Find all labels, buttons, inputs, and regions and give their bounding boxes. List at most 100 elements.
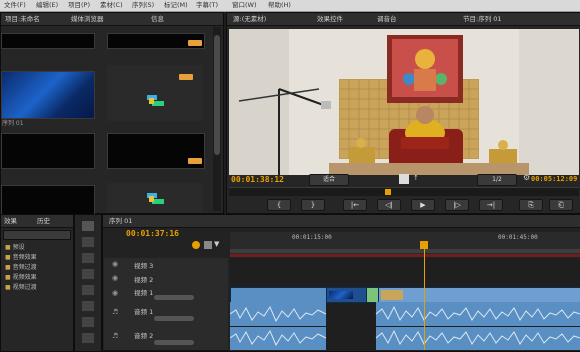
track-volume-slider[interactable] bbox=[154, 316, 194, 321]
track-name: 视频 2 bbox=[134, 276, 154, 284]
pen-tool-icon[interactable] bbox=[82, 317, 94, 327]
tab-media-browser[interactable]: 媒体浏览器 bbox=[71, 14, 104, 24]
marker-icon[interactable]: ↑ bbox=[413, 174, 419, 182]
clip-thumb bbox=[381, 290, 403, 300]
play-button[interactable]: ▶ bbox=[411, 199, 435, 211]
tab-history[interactable]: 历史 bbox=[37, 216, 50, 226]
go-to-in-button[interactable]: |← bbox=[343, 199, 367, 211]
monitor-playhead[interactable] bbox=[385, 189, 391, 195]
video-clip[interactable] bbox=[378, 287, 580, 303]
effects-search[interactable] bbox=[3, 230, 71, 240]
tab-sequence[interactable]: 序列 01 bbox=[109, 216, 132, 226]
menu-file[interactable]: 文件(F) bbox=[4, 0, 26, 10]
tab-project[interactable]: 项目:未命名 bbox=[5, 14, 40, 24]
insert-button[interactable]: ⎘ bbox=[519, 199, 543, 211]
go-to-out-button[interactable]: →| bbox=[479, 199, 503, 211]
menu-edit[interactable]: 编辑(E) bbox=[36, 0, 58, 10]
menu-title[interactable]: 字幕(T) bbox=[196, 0, 218, 10]
program-monitor: 源:(无素材) 效果控件 调音台 节目:序列 01 00:01:38:12 适合… bbox=[226, 12, 580, 214]
tab-source[interactable]: 源:(无素材) bbox=[233, 14, 266, 24]
media-thumbnail-sequence[interactable] bbox=[107, 183, 203, 213]
eye-icon[interactable]: ◉ bbox=[112, 274, 118, 282]
clip-badge bbox=[179, 74, 193, 80]
step-back-button[interactable]: ◁| bbox=[377, 199, 401, 211]
timeline-menu-icon[interactable]: ▼ bbox=[214, 240, 219, 248]
mark-in-button[interactable]: { bbox=[267, 199, 291, 211]
ripple-edit-tool-icon[interactable] bbox=[82, 253, 94, 263]
track-name: 视频 1 bbox=[134, 289, 154, 297]
track-header-audio-2[interactable]: ♬ 音频 2 bbox=[104, 326, 228, 351]
scrollbar-thumb[interactable] bbox=[214, 35, 220, 155]
media-thumbnail[interactable] bbox=[1, 33, 95, 49]
speaker-icon[interactable]: ♬ bbox=[112, 332, 118, 340]
folder-item[interactable]: ■ 视频过渡 bbox=[5, 283, 37, 293]
folder-item[interactable]: ■ 音频过渡 bbox=[5, 263, 37, 273]
tab-info[interactable]: 信息 bbox=[151, 14, 164, 24]
overwrite-button[interactable]: ⎗ bbox=[549, 199, 573, 211]
settings-icon[interactable]: ⚙ bbox=[523, 173, 530, 182]
menu-marker[interactable]: 标记(M) bbox=[164, 0, 188, 10]
effects-panel: 效果 历史 ■ 预设 ■ 音频效果 ■ 音频过渡 ■ 视频效果 ■ 视频过渡 bbox=[0, 214, 74, 352]
effects-tabbar: 效果 历史 bbox=[1, 215, 73, 228]
tools-panel bbox=[74, 214, 102, 352]
track-volume-slider[interactable] bbox=[154, 295, 194, 300]
video-clip[interactable] bbox=[230, 287, 328, 303]
folder-icon: ■ bbox=[5, 254, 11, 261]
track-header-video-3[interactable]: ◉ 视频 3 bbox=[104, 258, 228, 273]
menu-sequence[interactable]: 序列(S) bbox=[132, 0, 154, 10]
track-header-video-2[interactable]: ◉ 视频 2 bbox=[104, 272, 228, 287]
media-thumbnail[interactable] bbox=[107, 33, 205, 49]
playhead-line[interactable] bbox=[424, 241, 425, 350]
folder-icon: ■ bbox=[5, 284, 11, 291]
clip-thumb bbox=[329, 291, 353, 299]
sequence-icon bbox=[147, 95, 164, 106]
speaker-icon[interactable]: ♬ bbox=[112, 308, 118, 316]
resolution-select[interactable]: 1/2 bbox=[477, 174, 517, 186]
track-header-audio-1[interactable]: ♬ 音频 1 bbox=[104, 302, 228, 327]
monitor-time-ruler[interactable] bbox=[229, 187, 579, 196]
mark-out-button[interactable]: } bbox=[301, 199, 325, 211]
snap-icon[interactable] bbox=[192, 241, 200, 249]
media-thumbnail-space[interactable]: 序列 01 bbox=[1, 71, 95, 127]
timeline-timecode[interactable]: 00:01:37:16 bbox=[126, 229, 179, 238]
menu-project[interactable]: 项目(P) bbox=[68, 0, 90, 10]
safe-margin-icon[interactable] bbox=[399, 174, 409, 184]
video-clip-thumbnail[interactable] bbox=[326, 287, 368, 303]
media-thumbnail-sequence[interactable] bbox=[107, 65, 203, 121]
folder-list: ■ 预设 ■ 音频效果 ■ 音频过渡 ■ 视频效果 ■ 视频过渡 bbox=[5, 243, 37, 293]
tab-audio-mixer[interactable]: 调音台 bbox=[377, 14, 397, 24]
monitor-tabbar: 源:(无素材) 效果控件 调音台 节目:序列 01 bbox=[227, 13, 580, 26]
track-volume-slider[interactable] bbox=[154, 340, 194, 345]
track-select-tool-icon[interactable] bbox=[82, 237, 94, 247]
zoom-fit-select[interactable]: 适合 bbox=[309, 174, 349, 186]
rolling-edit-tool-icon[interactable] bbox=[82, 269, 94, 279]
audio-waveforms[interactable] bbox=[230, 302, 580, 350]
media-thumbnail[interactable] bbox=[1, 185, 95, 215]
menu-clip[interactable]: 素材(C) bbox=[100, 0, 123, 10]
folder-item[interactable]: ■ 预设 bbox=[5, 243, 37, 253]
tab-program[interactable]: 节目:序列 01 bbox=[463, 14, 502, 24]
slip-tool-icon[interactable] bbox=[82, 301, 94, 311]
step-forward-button[interactable]: |▷ bbox=[445, 199, 469, 211]
marker-icon[interactable] bbox=[204, 241, 212, 249]
render-bar bbox=[230, 254, 580, 257]
hand-tool-icon[interactable] bbox=[82, 333, 94, 343]
eye-icon[interactable]: ◉ bbox=[112, 260, 118, 268]
tab-effects[interactable]: 效果 bbox=[4, 216, 17, 226]
razor-tool-icon[interactable] bbox=[82, 285, 94, 295]
menu-window[interactable]: 窗口(W) bbox=[232, 0, 257, 10]
media-thumbnail[interactable] bbox=[107, 133, 205, 169]
timeline-ruler[interactable]: 00:01:15:00 00:01:45:00 bbox=[230, 232, 580, 255]
eye-icon[interactable]: ◉ bbox=[112, 289, 118, 297]
program-timecode[interactable]: 00:01:38:12 bbox=[231, 175, 284, 184]
project-scrollbar[interactable] bbox=[213, 27, 221, 211]
menu-help[interactable]: 帮助(H) bbox=[268, 0, 291, 10]
track-header-video-1[interactable]: ◉ 视频 1 bbox=[104, 286, 228, 303]
media-thumbnail[interactable] bbox=[1, 133, 95, 169]
folder-item[interactable]: ■ 视频效果 bbox=[5, 273, 37, 283]
folder-item[interactable]: ■ 音频效果 bbox=[5, 253, 37, 263]
selection-tool-icon[interactable] bbox=[82, 221, 94, 231]
tab-effect-controls[interactable]: 效果控件 bbox=[317, 14, 343, 24]
end-timecode: 00:05:12:09 bbox=[531, 175, 578, 183]
work-area-bar[interactable] bbox=[230, 249, 580, 253]
